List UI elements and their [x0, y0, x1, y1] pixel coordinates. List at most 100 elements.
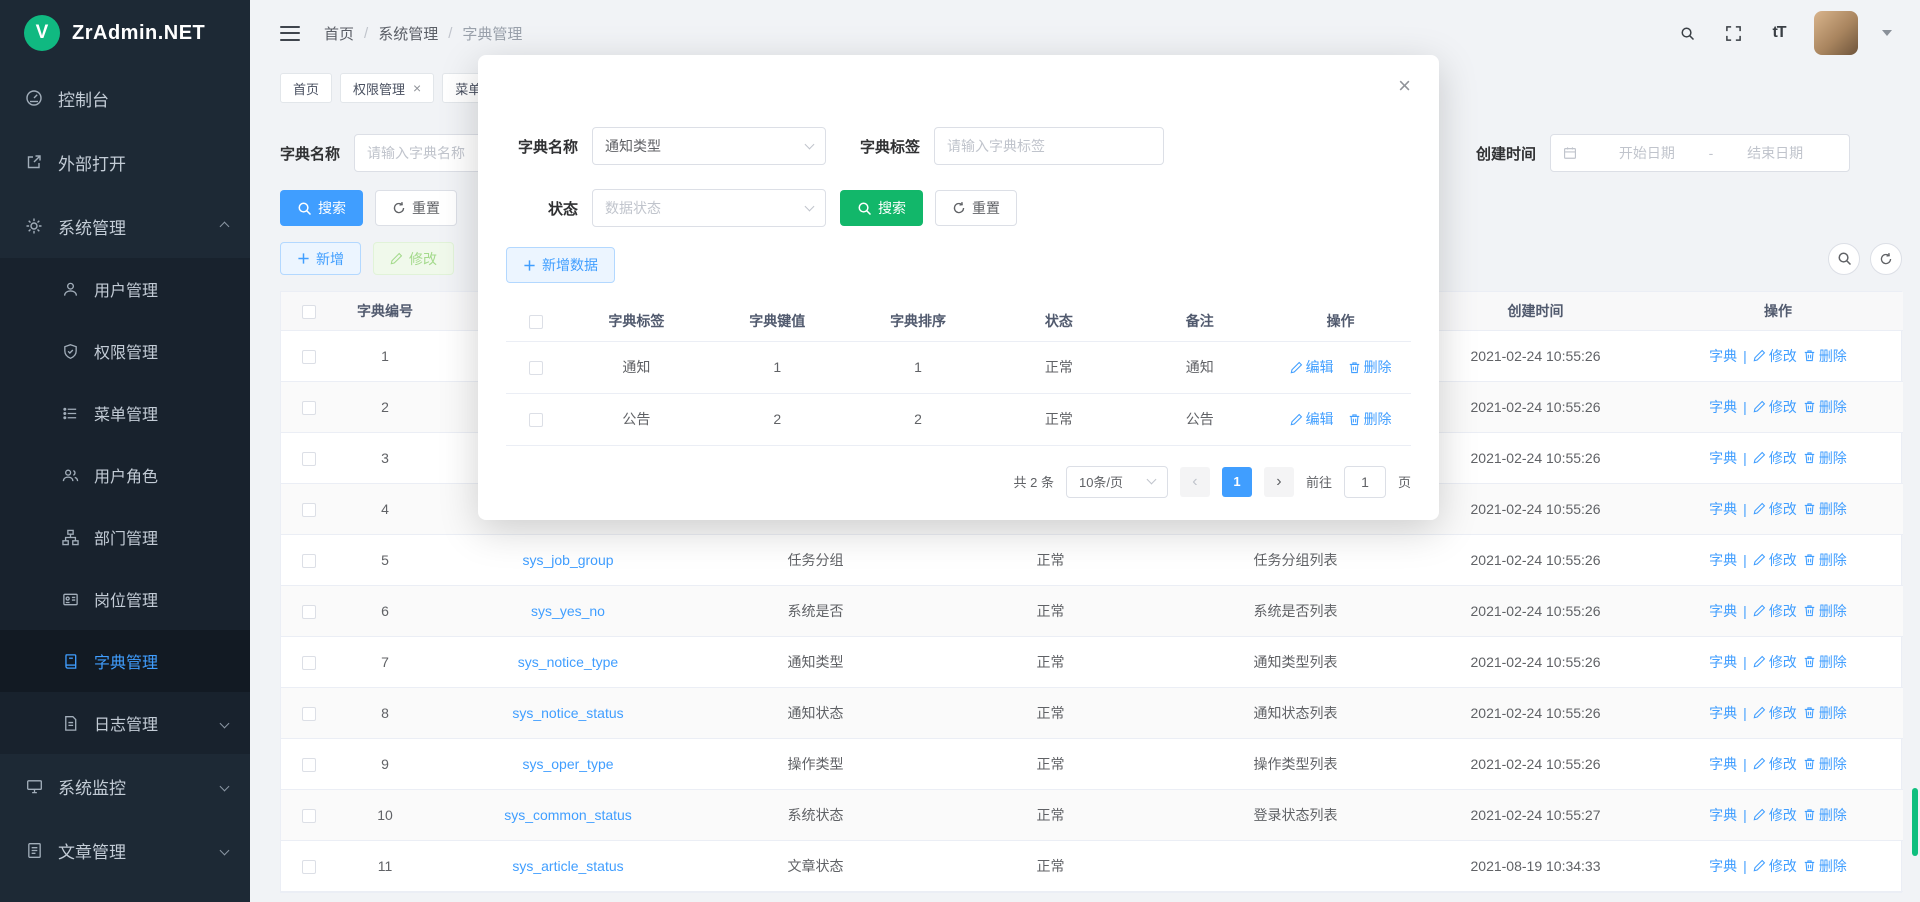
dict-link[interactable]: 字典 — [1709, 652, 1737, 672]
scrollbar-thumb[interactable] — [1912, 788, 1918, 856]
sidebar-item-permission[interactable]: 权限管理 — [0, 320, 250, 382]
row-checkbox[interactable] — [302, 656, 316, 670]
row-checkbox[interactable] — [302, 809, 316, 823]
dict-link[interactable]: 字典 — [1709, 856, 1737, 876]
chevron-down-icon[interactable] — [1882, 30, 1892, 36]
delete-link[interactable]: 删除 — [1803, 550, 1847, 570]
dict-type-link[interactable]: sys_oper_type — [522, 756, 613, 772]
row-checkbox[interactable] — [302, 860, 316, 874]
delete-link[interactable]: 删除 — [1803, 448, 1847, 468]
refresh-table-icon[interactable] — [1870, 243, 1902, 275]
search-icon[interactable] — [1676, 22, 1698, 44]
add-button[interactable]: 新增 — [280, 242, 361, 275]
font-size-icon[interactable]: tT — [1768, 22, 1790, 44]
dict-type-link[interactable]: sys_article_status — [512, 858, 623, 874]
delete-link[interactable]: 删除 — [1803, 652, 1847, 672]
modal-search-button[interactable]: 搜索 — [840, 190, 923, 226]
dict-type-link[interactable]: sys_yes_no — [531, 603, 605, 619]
modal-dict-label-input[interactable] — [934, 127, 1164, 165]
goto-page-input[interactable] — [1344, 466, 1386, 498]
toggle-search-icon[interactable] — [1828, 243, 1860, 275]
row-checkbox[interactable] — [302, 401, 316, 415]
sidebar-item-monitor[interactable]: 系统监控 — [0, 754, 250, 818]
edit-link[interactable]: 修改 — [1753, 856, 1797, 876]
edit-link[interactable]: 修改 — [1753, 805, 1797, 825]
delete-link[interactable]: 删除 — [1803, 601, 1847, 621]
row-checkbox[interactable] — [302, 605, 316, 619]
sidebar-item-department[interactable]: 部门管理 — [0, 506, 250, 568]
dict-type-link[interactable]: sys_common_status — [504, 807, 632, 823]
add-data-button[interactable]: 新增数据 — [506, 247, 615, 283]
row-checkbox[interactable] — [302, 503, 316, 517]
next-page-button[interactable]: › — [1264, 467, 1294, 497]
modal-reset-button[interactable]: 重置 — [935, 190, 1017, 226]
edit-link[interactable]: 修改 — [1753, 754, 1797, 774]
row-checkbox[interactable] — [302, 758, 316, 772]
delete-link[interactable]: 删除 — [1803, 397, 1847, 417]
edit-link[interactable]: 修改 — [1753, 346, 1797, 366]
tab-home[interactable]: 首页 — [280, 73, 332, 103]
edit-button[interactable]: 修改 — [373, 242, 454, 275]
delete-link[interactable]: 删除 — [1348, 409, 1392, 429]
row-checkbox[interactable] — [302, 554, 316, 568]
sidebar-item-post[interactable]: 岗位管理 — [0, 568, 250, 630]
dict-link[interactable]: 字典 — [1709, 448, 1737, 468]
tab-permission[interactable]: 权限管理× — [340, 73, 434, 103]
dict-link[interactable]: 字典 — [1709, 499, 1737, 519]
current-page[interactable]: 1 — [1222, 467, 1252, 497]
edit-link[interactable]: 修改 — [1753, 550, 1797, 570]
edit-link[interactable]: 修改 — [1753, 703, 1797, 723]
sidebar-item-role[interactable]: 用户角色 — [0, 444, 250, 506]
reset-button[interactable]: 重置 — [375, 190, 457, 226]
dict-type-link[interactable]: sys_job_group — [522, 552, 613, 568]
modal-dict-name-select[interactable]: 通知类型 — [592, 127, 826, 165]
edit-link[interactable]: 修改 — [1753, 397, 1797, 417]
delete-link[interactable]: 删除 — [1803, 805, 1847, 825]
close-icon[interactable]: × — [1398, 75, 1411, 97]
breadcrumb-item[interactable]: 系统管理 — [378, 23, 438, 44]
edit-link[interactable]: 修改 — [1753, 499, 1797, 519]
dict-link[interactable]: 字典 — [1709, 346, 1737, 366]
edit-link[interactable]: 修改 — [1753, 652, 1797, 672]
edit-link[interactable]: 修改 — [1753, 448, 1797, 468]
delete-link[interactable]: 删除 — [1803, 703, 1847, 723]
edit-link[interactable]: 编辑 — [1290, 357, 1334, 377]
select-all-checkbox[interactable] — [302, 305, 316, 319]
sidebar-item-external[interactable]: 外部打开 — [0, 130, 250, 194]
breadcrumb-item[interactable]: 首页 — [324, 23, 354, 44]
dict-type-link[interactable]: sys_notice_status — [512, 705, 623, 721]
delete-link[interactable]: 删除 — [1803, 754, 1847, 774]
edit-link[interactable]: 编辑 — [1290, 409, 1334, 429]
modal-status-select[interactable]: 数据状态 — [592, 189, 826, 227]
sidebar-item-menu[interactable]: 菜单管理 — [0, 382, 250, 444]
delete-link[interactable]: 删除 — [1803, 346, 1847, 366]
sidebar-item-dashboard[interactable]: 控制台 — [0, 66, 250, 130]
dict-type-link[interactable]: sys_notice_type — [518, 654, 618, 670]
sidebar-item-article[interactable]: 文章管理 — [0, 818, 250, 882]
prev-page-button[interactable]: ‹ — [1180, 467, 1210, 497]
row-checkbox[interactable] — [302, 707, 316, 721]
row-checkbox[interactable] — [529, 361, 543, 375]
row-checkbox[interactable] — [302, 452, 316, 466]
avatar[interactable] — [1814, 11, 1858, 55]
dict-link[interactable]: 字典 — [1709, 754, 1737, 774]
edit-link[interactable]: 修改 — [1753, 601, 1797, 621]
sidebar-item-user[interactable]: 用户管理 — [0, 258, 250, 320]
date-range-picker[interactable]: 开始日期 - 结束日期 — [1550, 134, 1850, 172]
fullscreen-icon[interactable] — [1722, 22, 1744, 44]
sidebar-item-dict[interactable]: 字典管理 — [0, 630, 250, 692]
select-all-checkbox[interactable] — [529, 315, 543, 329]
delete-link[interactable]: 删除 — [1803, 856, 1847, 876]
close-icon[interactable]: × — [413, 81, 421, 95]
sidebar-item-log[interactable]: 日志管理 — [0, 692, 250, 754]
dict-link[interactable]: 字典 — [1709, 397, 1737, 417]
page-size-select[interactable]: 10条/页 — [1066, 466, 1168, 498]
dict-link[interactable]: 字典 — [1709, 703, 1737, 723]
row-checkbox[interactable] — [529, 413, 543, 427]
dict-link[interactable]: 字典 — [1709, 601, 1737, 621]
delete-link[interactable]: 删除 — [1803, 499, 1847, 519]
collapse-sidebar-icon[interactable] — [280, 26, 300, 41]
delete-link[interactable]: 删除 — [1348, 357, 1392, 377]
dict-link[interactable]: 字典 — [1709, 550, 1737, 570]
search-button[interactable]: 搜索 — [280, 190, 363, 226]
